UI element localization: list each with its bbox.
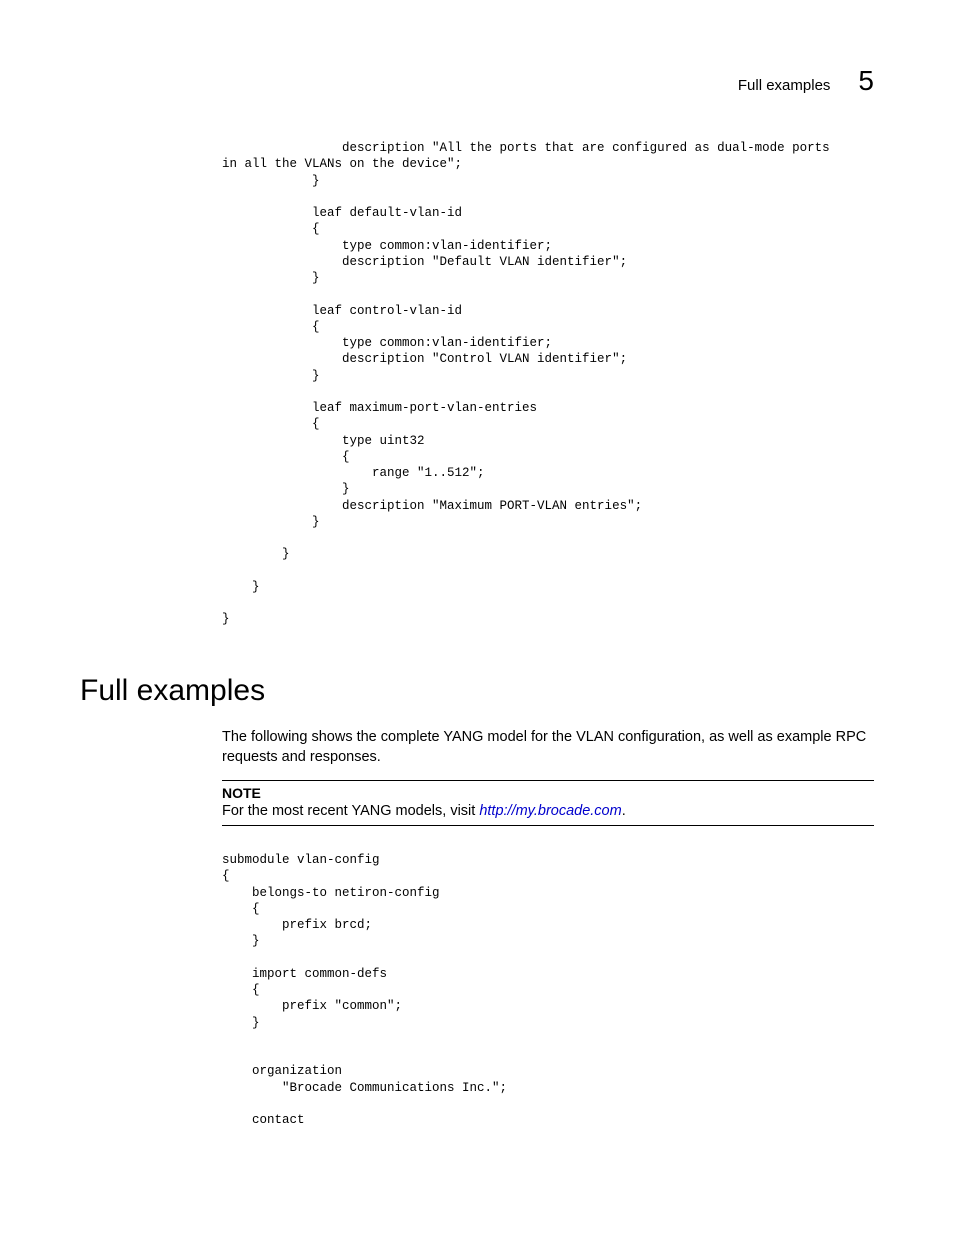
section-title: Full examples (80, 674, 265, 708)
header-title: Full examples (738, 77, 831, 94)
chapter-number: 5 (858, 65, 874, 97)
code-block-top: description "All the ports that are conf… (222, 140, 830, 628)
note-callout: NOTE For the most recent YANG models, vi… (222, 780, 874, 826)
note-rule-top (222, 780, 874, 781)
note-prefix: For the most recent YANG models, visit (222, 803, 479, 819)
note-rule-bottom (222, 825, 874, 826)
note-suffix: . (622, 803, 626, 819)
page-header: Full examples 5 (738, 65, 874, 97)
note-text: For the most recent YANG models, visit h… (222, 803, 874, 819)
section-intro: The following shows the complete YANG mo… (222, 727, 874, 768)
note-label: NOTE (222, 785, 874, 801)
code-block-bottom: submodule vlan-config { belongs-to netir… (222, 852, 507, 1128)
note-link[interactable]: http://my.brocade.com (479, 803, 621, 819)
